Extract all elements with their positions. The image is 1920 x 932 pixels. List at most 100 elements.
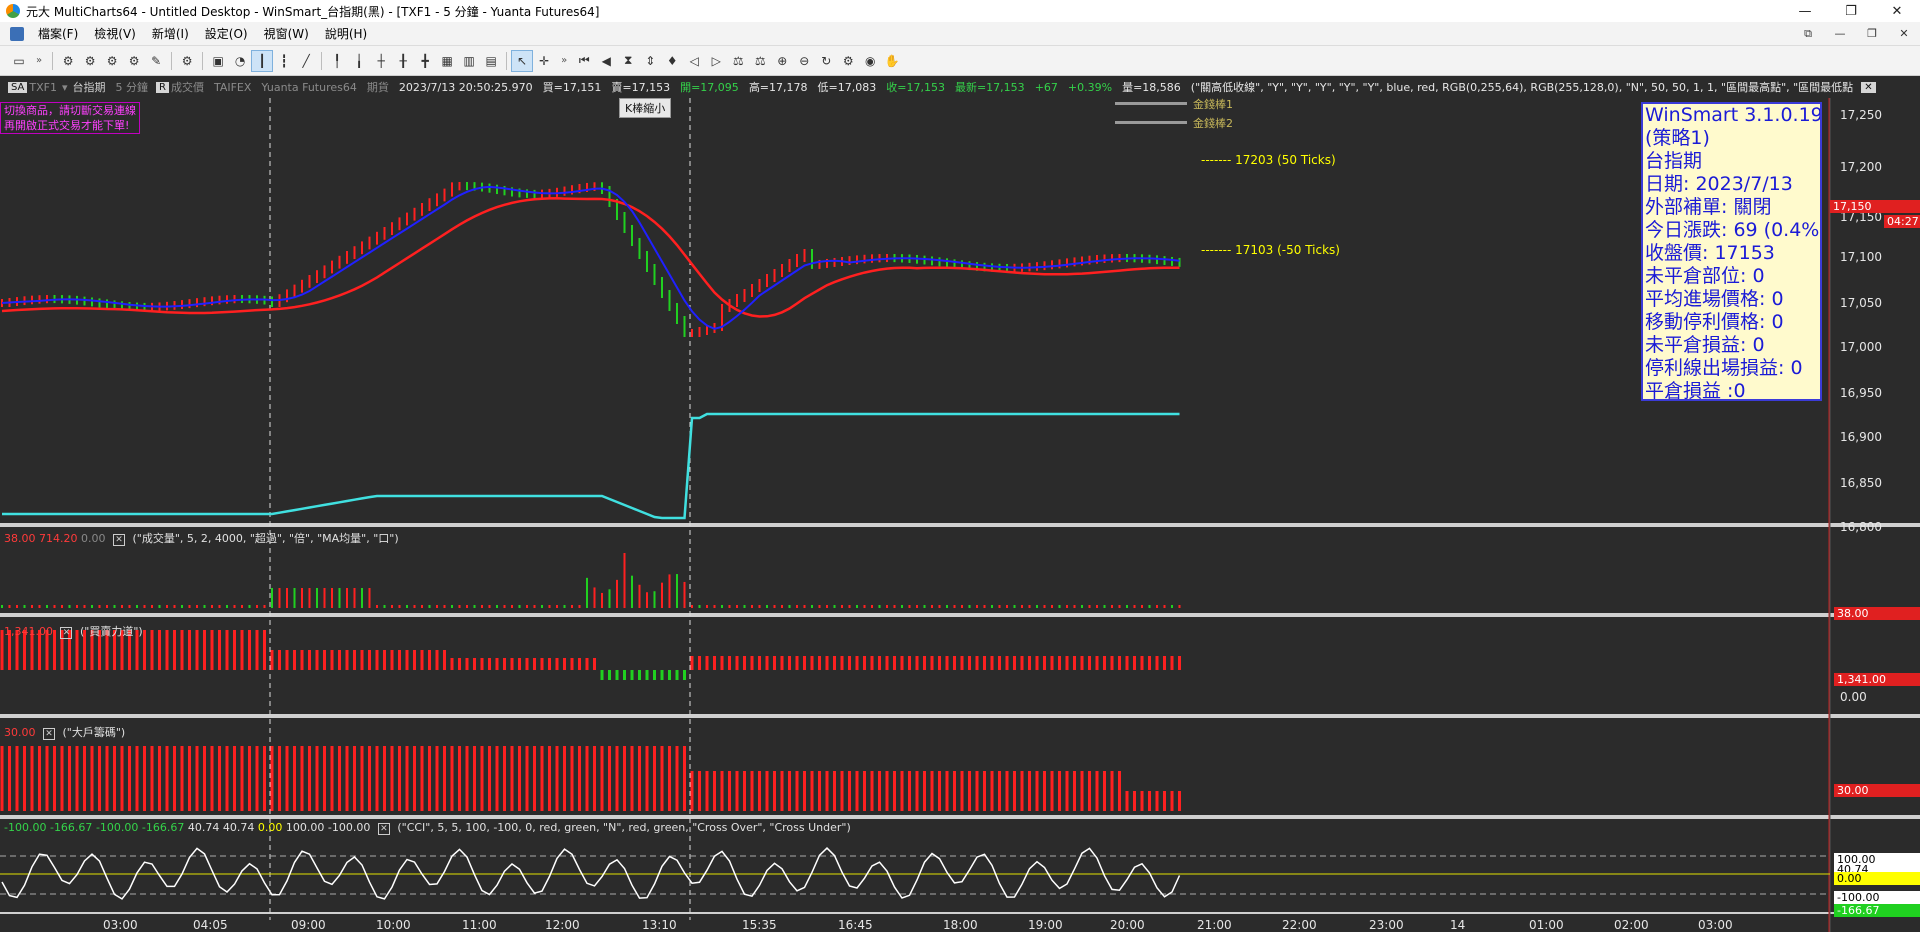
time-axis-label: 11:00 <box>462 918 497 932</box>
low: 低=17,083 <box>817 81 877 94</box>
chart-area[interactable] <box>0 98 1920 932</box>
buysell-close-icon[interactable]: ✕ <box>60 627 73 639</box>
menu-window[interactable]: 視窗(W) <box>256 25 317 42</box>
volume-close-icon[interactable]: ✕ <box>113 534 125 546</box>
time-axis-label: 23:00 <box>1369 918 1404 932</box>
time-axis-label: 15:35 <box>742 918 777 932</box>
close-button[interactable]: ✕ <box>1874 0 1920 22</box>
tool-7-icon[interactable]: ▥ <box>458 50 480 72</box>
expand-icon[interactable]: ⇕ <box>639 50 661 72</box>
time-axis-label: 16:45 <box>838 918 873 932</box>
info-line: 平倉損益 :0 <box>1645 380 1746 401</box>
info-line: 停利線出場損益: 0 <box>1645 357 1803 379</box>
cyan-indicator-line <box>2 412 1180 520</box>
upper-tick-label: ------- 17203 (50 Ticks) <box>1201 153 1336 167</box>
tool-6-icon[interactable]: ▦ <box>436 50 458 72</box>
alert-icon[interactable]: ♦ <box>661 50 683 72</box>
cursor-icon[interactable]: ↖ <box>511 49 534 72</box>
price-axis-label: 17,250 <box>1840 108 1882 122</box>
doc-close-button[interactable]: ✕ <box>1888 24 1920 44</box>
symbol-name: 台指期 <box>72 81 106 94</box>
lower-tick-label: ------- 17103 (-50 Ticks) <box>1201 243 1340 257</box>
maximize-button[interactable]: ❐ <box>1828 0 1874 22</box>
cci-close-icon[interactable]: ✕ <box>377 823 390 835</box>
menu-file[interactable]: 檔案(F) <box>30 25 86 42</box>
arrow-left-icon[interactable]: ◁ <box>683 50 705 72</box>
panel-divider <box>0 714 1920 718</box>
menu-insert[interactable]: 新增(I) <box>144 25 197 42</box>
info-line: 日期: 2023/7/13 <box>1645 173 1793 195</box>
zoom-out-icon[interactable]: ⊖ <box>793 50 815 72</box>
tool-4-icon[interactable]: ╂ <box>392 50 414 72</box>
go-back-icon[interactable]: ◀ <box>595 50 617 72</box>
info-line: WinSmart 3.1.0.19 <box>1645 104 1822 126</box>
signal-icon[interactable]: ⚙ <box>79 50 101 72</box>
time-axis-label: 02:00 <box>1614 918 1649 932</box>
change: +67 <box>1034 80 1058 94</box>
tool-5-icon[interactable]: ╋ <box>414 50 436 72</box>
toolbar-overflow-2-icon[interactable]: » <box>561 55 567 66</box>
time-axis-label: 22:00 <box>1282 918 1317 932</box>
candle-chart-icon[interactable]: ┇ <box>273 50 295 72</box>
warning-line-2: 再開啟正式交易才能下單! <box>4 119 130 132</box>
indicator-icon[interactable]: ⚙ <box>101 50 123 72</box>
tool-2-icon[interactable]: ╽ <box>348 50 370 72</box>
tool-3-icon[interactable]: ┼ <box>370 50 392 72</box>
doc-restore-button[interactable]: ❐ <box>1856 24 1888 44</box>
tool-1-icon[interactable]: ╿ <box>326 50 348 72</box>
menu-settings[interactable]: 設定(O) <box>197 25 256 42</box>
arrow-right-icon[interactable]: ▷ <box>705 50 727 72</box>
scale-icon[interactable]: ⚖ <box>727 50 749 72</box>
bigholder-panel-label: 30.00 ✕ ("大戶籌碼") <box>4 726 126 740</box>
chart-settings-icon[interactable]: ◔ <box>229 50 251 72</box>
chat-icon[interactable]: ▭ <box>8 50 30 72</box>
time-axis-label: 14 <box>1450 918 1466 932</box>
study-close-button[interactable]: ✕ <box>1861 81 1876 93</box>
minimize-button[interactable]: — <box>1782 0 1828 22</box>
data-feed: Yuanta Futures64 <box>261 80 357 94</box>
hand-icon[interactable]: ✋ <box>881 50 903 72</box>
document-icon[interactable] <box>10 26 24 41</box>
bigholder-close-icon[interactable]: ✕ <box>43 728 55 740</box>
bar-chart-icon[interactable]: ┃ <box>251 49 274 72</box>
info-line: 今日漲跌: 69 (0.4%) <box>1645 219 1822 241</box>
go-first-icon[interactable]: ⏮ <box>573 50 595 72</box>
line-chart-icon[interactable]: ╱ <box>295 50 317 72</box>
ma-fast-line <box>1 185 1180 330</box>
bid: 買=17,151 <box>542 81 602 94</box>
data-type: 成交價 <box>170 81 204 94</box>
zoom-in-icon[interactable]: ⊕ <box>771 50 793 72</box>
category: 期貨 <box>366 81 389 94</box>
scale-2-icon[interactable]: ⚖ <box>749 50 771 72</box>
range-button[interactable]: R <box>156 81 169 93</box>
refresh-icon[interactable]: ↻ <box>815 50 837 72</box>
crosshair-icon[interactable]: ✛ <box>533 50 555 72</box>
remove-indicator-icon[interactable]: ⚙ <box>123 50 145 72</box>
info-line: 外部補單: 關閉 <box>1645 196 1772 218</box>
link-icon[interactable]: ⚙ <box>176 50 198 72</box>
price-axis-label: 16,950 <box>1840 386 1882 400</box>
restore-desktop-icon[interactable]: ⧉ <box>1792 24 1824 44</box>
symbol-button[interactable]: SA <box>8 81 28 93</box>
eye-icon[interactable]: ◉ <box>859 50 881 72</box>
format-icon[interactable]: ✎ <box>145 50 167 72</box>
menu-view[interactable]: 檢視(V) <box>86 25 144 42</box>
price-chart-svg <box>0 98 1920 932</box>
window-layout-icon[interactable]: ▣ <box>207 50 229 72</box>
ma-slow-line <box>1 197 1180 318</box>
time-axis-label: 19:00 <box>1028 918 1063 932</box>
multicharts-window: 元大 MultiCharts64 - Untitled Desktop - Wi… <box>0 0 1920 932</box>
toolbar-overflow-icon[interactable]: » <box>36 55 42 66</box>
info-line: 未平倉部位: 0 <box>1645 265 1765 287</box>
tool-8-icon[interactable]: ▤ <box>480 50 502 72</box>
strategy-icon[interactable]: ⚙ <box>57 50 79 72</box>
cci-axis-minus100: -100.00 <box>1834 891 1920 904</box>
price-axis-label: 17,100 <box>1840 250 1882 264</box>
menu-help[interactable]: 說明(H) <box>317 25 375 42</box>
gear-2-icon[interactable]: ⚙ <box>837 50 859 72</box>
info-line: 台指期 <box>1645 150 1703 172</box>
hourglass-icon[interactable]: ⧗ <box>617 50 639 72</box>
price-axis-label: 16,900 <box>1840 430 1882 444</box>
menu-bar: 檔案(F) 檢視(V) 新增(I) 設定(O) 視窗(W) 說明(H) ⧉ — … <box>0 22 1920 46</box>
doc-minimize-button[interactable]: — <box>1824 24 1856 44</box>
